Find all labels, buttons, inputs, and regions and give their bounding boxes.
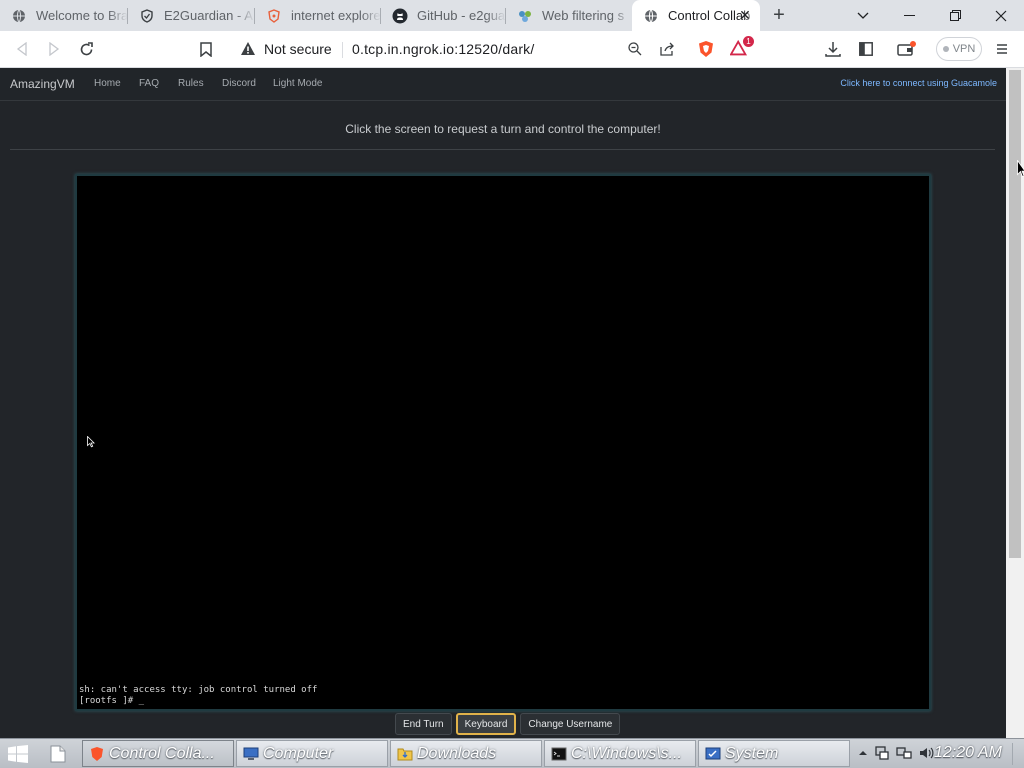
- rewards-badge: 1: [743, 36, 754, 47]
- zoom-icon[interactable]: [625, 39, 645, 59]
- network-icon[interactable]: [896, 745, 912, 761]
- keyboard-button[interactable]: Keyboard: [455, 713, 517, 735]
- change-username-button[interactable]: Change Username: [520, 713, 621, 735]
- show-hidden-icons-icon[interactable]: [858, 745, 868, 761]
- nav-rules[interactable]: Rules: [178, 78, 204, 89]
- tab-title: GitHub - e2guardian: [417, 8, 506, 23]
- taskbar-item-computer[interactable]: Computer: [236, 740, 388, 767]
- taskbar-item-label: C:\Windows\s...: [571, 744, 682, 762]
- share-icon[interactable]: [657, 39, 677, 59]
- url-text[interactable]: 0.tcp.in.ngrok.io:12520/dark/: [352, 41, 534, 57]
- end-turn-button[interactable]: End Turn: [395, 713, 452, 735]
- terminal-line: sh: can't access tty: job control turned…: [79, 685, 318, 695]
- vm-controls: End Turn Keyboard Change Username: [395, 713, 621, 735]
- tab-title: Welcome to Brave: [36, 8, 128, 23]
- brave-shields-icon[interactable]: [696, 39, 716, 59]
- taskbar-item-label: Computer: [263, 744, 334, 762]
- minimize-icon[interactable]: [886, 0, 932, 31]
- close-window-icon[interactable]: [978, 0, 1024, 31]
- taskbar-item-downloads[interactable]: Downloads: [390, 740, 542, 767]
- vpn-status-dot: [942, 46, 949, 52]
- web-page: AmazingVM Home FAQ Rules Discord Light M…: [0, 68, 1006, 738]
- tab-title: internet explorer: [291, 8, 381, 23]
- url-separator: [342, 42, 343, 58]
- tab-github[interactable]: GitHub - e2guardian: [381, 0, 506, 31]
- brave-icon: [266, 8, 282, 24]
- turn-prompt: Click the screen to request a turn and c…: [345, 122, 661, 136]
- action-center-icon[interactable]: [874, 745, 890, 761]
- globe-icon: [11, 8, 27, 24]
- address-bar[interactable]: Not secure 0.tcp.in.ngrok.io:12520/dark/: [228, 35, 688, 64]
- taskbar-item-brave[interactable]: Control Colla...: [82, 740, 234, 767]
- site-brand[interactable]: AmazingVM: [10, 77, 75, 91]
- taskbar-item-system[interactable]: System: [698, 740, 850, 767]
- menu-icon[interactable]: [992, 39, 1012, 59]
- forward-icon[interactable]: [44, 39, 64, 59]
- browser-window: Welcome to Brave E2Guardian - A internet…: [0, 0, 1024, 738]
- reload-icon[interactable]: [76, 39, 96, 59]
- file-icon[interactable]: [50, 745, 66, 763]
- new-tab-button[interactable]: +: [768, 5, 790, 27]
- tab-title: Web filtering s: [542, 8, 625, 23]
- divider: [10, 149, 995, 150]
- tab-welcome[interactable]: Welcome to Brave: [0, 0, 128, 31]
- bookmark-icon[interactable]: [196, 39, 216, 59]
- tab-internet-explorer[interactable]: internet explorer: [255, 0, 381, 31]
- taskbar-item-label: Downloads: [417, 744, 497, 762]
- nav-discord[interactable]: Discord: [222, 78, 256, 89]
- nav-faq[interactable]: FAQ: [139, 78, 159, 89]
- brave-icon: [91, 746, 103, 761]
- wallet-icon[interactable]: [897, 39, 917, 59]
- taskbar: Control Colla... Computer Downloads C:\W…: [0, 738, 1024, 768]
- tab-control-collab[interactable]: Control Collab ✕: [632, 0, 760, 31]
- back-icon[interactable]: [12, 39, 32, 59]
- volume-icon[interactable]: [918, 745, 934, 761]
- terminal-output: sh: can't access tty: job control turned…: [79, 685, 317, 707]
- clock[interactable]: 12:20 AM: [934, 744, 1002, 762]
- close-tab-icon[interactable]: ✕: [738, 8, 752, 22]
- taskbar-item-cmd[interactable]: C:\Windows\s...: [544, 740, 696, 767]
- web-filter-icon: [517, 8, 533, 24]
- system-icon: [705, 747, 721, 759]
- site-navbar: AmazingVM Home FAQ Rules Discord Light M…: [0, 68, 1006, 101]
- nav-light-mode[interactable]: Light Mode: [273, 78, 322, 89]
- browser-toolbar: Not secure 0.tcp.in.ngrok.io:12520/dark/…: [0, 31, 1024, 68]
- tab-web-filtering[interactable]: Web filtering s: [506, 0, 632, 31]
- vpn-button[interactable]: VPN: [936, 37, 982, 61]
- tab-strip: Welcome to Brave E2Guardian - A internet…: [0, 0, 1024, 31]
- pointer-icon: [1017, 160, 1024, 178]
- security-label: Not secure: [264, 41, 332, 57]
- taskbar-item-label: Control Colla...: [109, 744, 215, 762]
- security-indicator[interactable]: Not secure: [240, 41, 332, 57]
- globe-icon: [643, 8, 659, 24]
- tab-search-icon[interactable]: [840, 0, 886, 31]
- folder-icon: [397, 748, 413, 760]
- show-desktop-button[interactable]: [1012, 743, 1022, 765]
- guacamole-link[interactable]: Click here to connect using Guacamole: [840, 78, 997, 88]
- system-tray: [858, 745, 934, 761]
- tab-title: E2Guardian - A: [164, 8, 253, 23]
- restore-icon[interactable]: [932, 0, 978, 31]
- shield-icon: [139, 8, 155, 24]
- warning-icon: [241, 42, 255, 55]
- vpn-label: VPN: [952, 43, 976, 55]
- windows-start-icon[interactable]: [8, 745, 28, 763]
- mouse-cursor-icon: [87, 436, 95, 448]
- cmd-icon: [551, 747, 567, 760]
- github-icon: [392, 8, 408, 24]
- vm-display[interactable]: sh: can't access tty: job control turned…: [75, 174, 931, 711]
- download-icon[interactable]: [823, 39, 843, 59]
- terminal-line: [rootfs ]# _: [79, 696, 145, 706]
- nav-home[interactable]: Home: [94, 78, 121, 89]
- taskbar-item-label: System: [725, 744, 779, 762]
- scrollbar-thumb[interactable]: [1009, 70, 1021, 558]
- tab-e2guardian[interactable]: E2Guardian - A: [128, 0, 255, 31]
- sidebar-icon[interactable]: [856, 39, 876, 59]
- computer-icon: [243, 747, 259, 760]
- brave-rewards-icon[interactable]: 1: [730, 36, 754, 59]
